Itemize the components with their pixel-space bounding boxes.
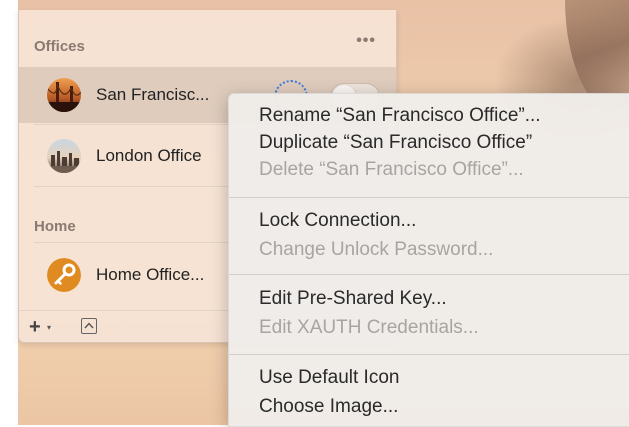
menu-item-change-unlock-password[interactable]: Change Unlock Password... [259,239,493,261]
menu-item-delete[interactable]: Delete “San Francisco Office”... [259,159,524,181]
golden-gate-photo-icon [47,78,81,112]
menu-item-edit-pre-shared-key[interactable]: Edit Pre-Shared Key... [259,288,447,310]
menu-separator [229,354,629,355]
menu-item-use-default-icon[interactable]: Use Default Icon [259,367,399,389]
section-header-offices: Offices ••• [19,30,396,60]
london-skyline-photo-icon [47,139,81,173]
list-item-label: Home Office... [96,265,205,284]
list-item-label: London Office [96,146,202,165]
menu-item-rename[interactable]: Rename “San Francisco Office”... [259,105,541,127]
collapse-icon[interactable] [81,318,97,334]
add-button[interactable]: + [29,316,41,339]
menu-item-edit-xauth-credentials[interactable]: Edit XAUTH Credentials... [259,317,479,339]
section-title-home: Home [34,218,76,235]
menu-item-choose-image[interactable]: Choose Image... [259,396,398,418]
chevron-down-icon[interactable]: ▾ [47,323,51,332]
context-menu: Rename “San Francisco Office”... Duplica… [228,93,629,427]
menu-item-duplicate[interactable]: Duplicate “San Francisco Office” [259,132,532,154]
key-icon [47,258,81,292]
menu-separator [229,197,629,198]
menu-separator [229,274,629,275]
section-title-offices: Offices [34,38,85,55]
more-options-button[interactable]: ••• [356,32,376,50]
menu-item-lock-connection[interactable]: Lock Connection... [259,210,416,232]
list-item-label: San Francisc... [96,85,210,104]
